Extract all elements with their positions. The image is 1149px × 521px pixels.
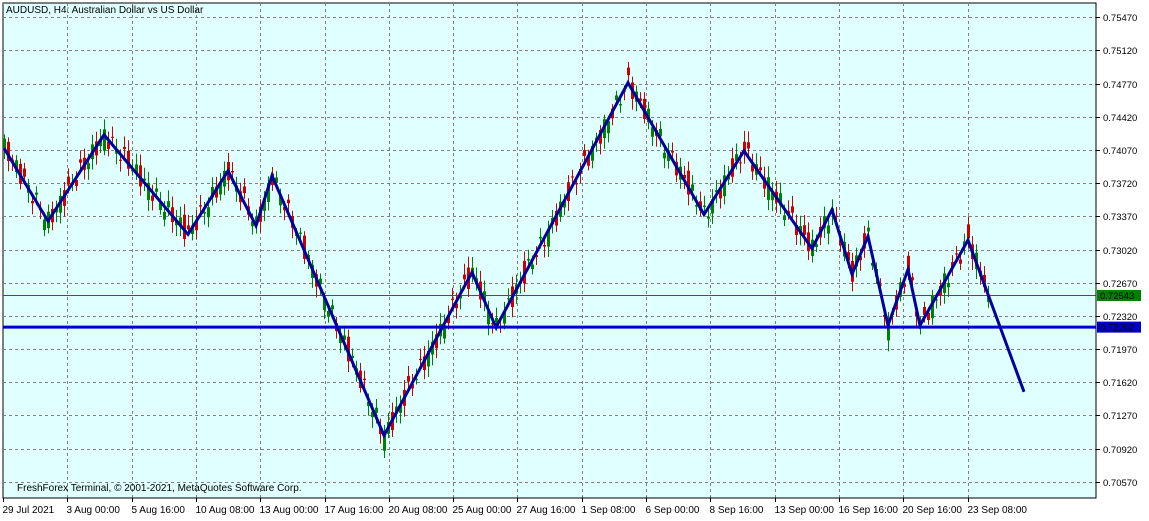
candle-body: [163, 211, 166, 220]
chart-title: AUDUSD, H4: Australian Dollar vs US Doll…: [6, 5, 204, 16]
candle-body: [967, 224, 970, 239]
candle-body: [155, 188, 158, 192]
candle-body: [123, 146, 126, 150]
candle-body: [703, 205, 706, 208]
candle-body: [363, 378, 366, 381]
candle-body: [791, 206, 794, 213]
candle-body: [119, 159, 122, 161]
time-tick-label: 13 Aug 00:00: [260, 505, 319, 516]
price-tick-label: 0.73370: [1103, 212, 1137, 223]
level-price-value: 0.72202: [1100, 323, 1134, 334]
time-tick-label: 20 Sep 16:00: [903, 505, 963, 516]
candle-body: [23, 168, 26, 177]
candle-body: [759, 167, 762, 171]
candle-body: [79, 159, 82, 163]
price-tick-label: 0.71970: [1103, 345, 1137, 356]
price-tick-label: 0.74770: [1103, 80, 1137, 91]
candle-body: [539, 236, 542, 239]
time-tick-label: 3 Aug 00:00: [67, 505, 121, 516]
candle-body: [531, 264, 534, 270]
candle-body: [199, 205, 202, 207]
time-tick-label: 6 Sep 00:00: [646, 505, 700, 516]
price-tick-label: 0.72320: [1103, 312, 1137, 323]
price-tick-label: 0.72670: [1103, 279, 1137, 290]
candle-body: [955, 253, 958, 255]
time-tick-label: 20 Aug 08:00: [389, 505, 448, 516]
candle-body: [331, 305, 334, 310]
candle-body: [739, 162, 742, 164]
chart-canvas[interactable]: 0.75470 0.75120 0.74770 0.74420 0.74070 0.737…: [0, 0, 1149, 521]
candle-body: [627, 67, 630, 76]
price-tick-label: 0.75470: [1103, 13, 1137, 24]
time-tick-label: 13 Sep 00:00: [775, 505, 835, 516]
current-price-label: 0.72543: [1097, 290, 1141, 302]
candle-body: [543, 245, 546, 247]
candle-body: [111, 136, 114, 138]
candle-body: [67, 176, 70, 185]
time-tick-label: 25 Aug 00:00: [453, 505, 512, 516]
price-tick-label: 0.70920: [1103, 445, 1137, 456]
time-tick-label: 10 Aug 08:00: [196, 505, 255, 516]
price-tick-label: 0.73020: [1103, 246, 1137, 257]
candle-body: [571, 176, 574, 178]
candle-body: [419, 358, 422, 361]
candle-body: [103, 129, 106, 151]
candle-body: [231, 170, 234, 173]
time-tick-label: 23 Sep 08:00: [968, 505, 1028, 516]
candle-body: [87, 163, 90, 170]
candle-body: [167, 201, 170, 208]
candle-body: [747, 142, 750, 149]
candle-body: [671, 150, 674, 153]
price-tick-label: 0.71620: [1103, 378, 1137, 389]
current-price-value: 0.72543: [1100, 291, 1134, 302]
time-tick-label: 16 Sep 16:00: [839, 505, 899, 516]
time-tick-label: 5 Aug 16:00: [132, 505, 186, 516]
candle-body: [583, 150, 586, 156]
candle-body: [803, 225, 806, 235]
candle-body: [31, 201, 34, 204]
candle-body: [527, 258, 530, 261]
price-chart[interactable]: 0.75470 0.75120 0.74770 0.74420 0.74070 0.737…: [0, 0, 1149, 521]
candle-body: [35, 192, 38, 195]
price-tick-label: 0.74070: [1103, 146, 1137, 157]
candle-body: [575, 183, 578, 185]
candle-body: [867, 227, 870, 232]
price-tick-label: 0.75120: [1103, 46, 1137, 57]
price-tick-label: 0.74420: [1103, 113, 1137, 124]
time-tick-label: 17 Aug 16:00: [325, 505, 384, 516]
candle-body: [407, 376, 410, 382]
candle-body: [451, 298, 454, 300]
time-tick-label: 1 Sep 08:00: [582, 505, 636, 516]
price-tick-label: 0.70570: [1103, 478, 1137, 489]
candle-body: [663, 152, 666, 159]
time-tick-label: 29 Jul 2021: [3, 505, 55, 516]
candle-body: [43, 219, 46, 231]
level-price-label: 0.72202: [1097, 321, 1141, 334]
time-axis[interactable]: 29 Jul 2021 3 Aug 00:00 5 Aug 16:00 10 Aug …: [3, 497, 1097, 516]
copyright-text: FreshForex Terminal, © 2001-2021, MetaQu…: [17, 483, 302, 494]
candle-body: [619, 104, 622, 106]
candle-body: [947, 282, 950, 288]
candle-body: [299, 232, 302, 234]
price-axis[interactable]: 0.75470 0.75120 0.74770 0.74420 0.74070 0.737…: [1095, 3, 1137, 498]
candle-body: [959, 259, 962, 264]
candle-body: [463, 274, 466, 280]
candle-body: [151, 195, 154, 201]
price-tick-label: 0.73720: [1103, 179, 1137, 190]
candle-body: [827, 225, 830, 234]
candle-body: [287, 199, 290, 204]
time-tick-label: 8 Sep 16:00: [710, 505, 764, 516]
candle-body: [207, 207, 210, 218]
time-tick-label: 27 Aug 16:00: [517, 505, 576, 516]
candle-body: [3, 138, 6, 149]
candle-body: [243, 186, 246, 194]
candle-body: [707, 216, 710, 219]
candle-body: [187, 225, 190, 230]
candle-body: [783, 215, 786, 221]
price-tick-label: 0.71270: [1103, 411, 1137, 422]
